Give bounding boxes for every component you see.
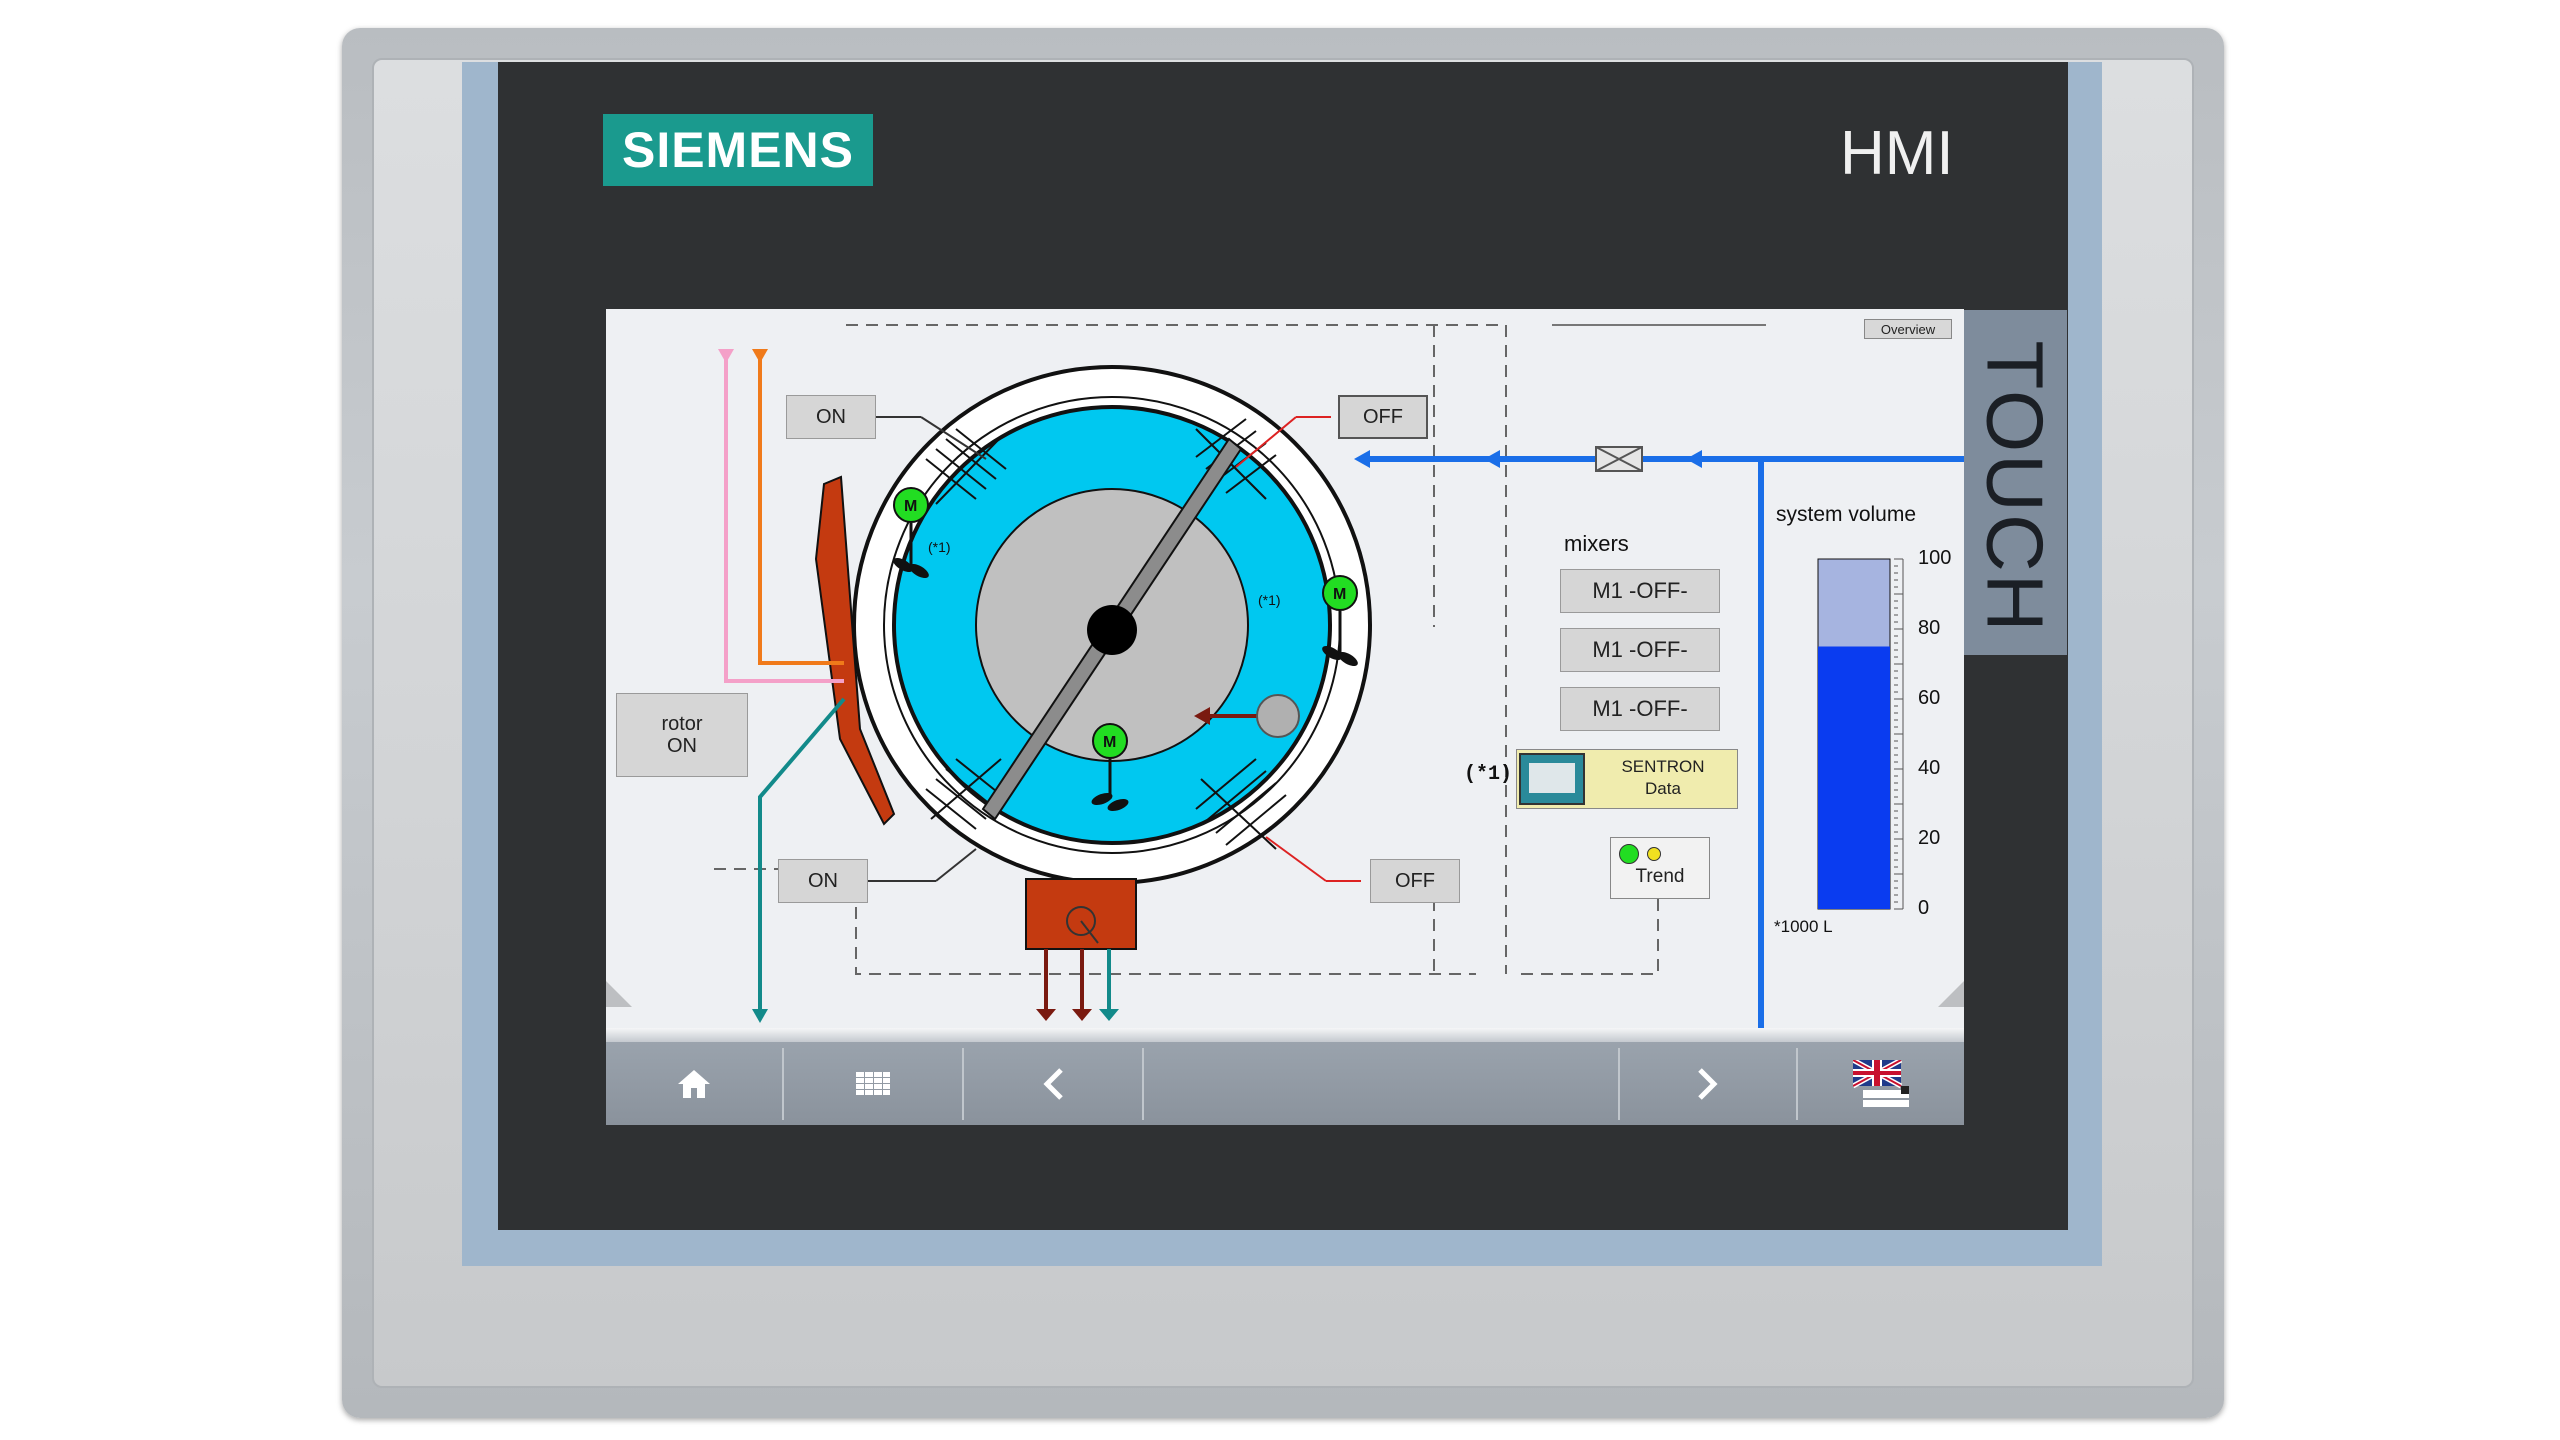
on-button-top[interactable]: ON — [786, 395, 876, 439]
valve-icon — [1595, 446, 1643, 472]
sentron-label: SENTRON Data — [1589, 756, 1737, 800]
forward-button[interactable] — [1620, 1042, 1796, 1125]
touch-label: TOUCH — [1970, 340, 2059, 634]
on-button-bottom[interactable]: ON — [778, 859, 868, 903]
status-led-yellow — [1647, 847, 1661, 861]
rotor-button-line2: ON — [667, 735, 697, 757]
menu-button[interactable] — [784, 1042, 962, 1125]
trend-dashed-line — [1514, 899, 1659, 975]
trend-button[interactable]: Trend — [1610, 837, 1710, 899]
chevron-left-icon — [1043, 1067, 1063, 1100]
tank-tick-label: 40 — [1918, 757, 1941, 779]
rotor-button[interactable]: rotor ON — [616, 693, 748, 777]
brand-logo: SIEMENS — [603, 114, 873, 186]
model-label: HMI — [1840, 119, 1954, 188]
tank-tick-label: 0 — [1918, 897, 1930, 919]
drain-unit — [1025, 878, 1137, 1021]
tank-title: system volume — [1776, 503, 1917, 526]
rotor-hub — [1087, 605, 1137, 655]
arrow-icon — [1686, 450, 1702, 468]
tank-tick-label: 80 — [1918, 617, 1941, 639]
overview-button[interactable]: Overview — [1864, 319, 1952, 339]
tank-tick-label: 100 — [1918, 547, 1952, 569]
mixer-button-1[interactable]: M1 -OFF- — [1560, 569, 1720, 613]
tank-fill — [1818, 646, 1890, 909]
off-button-bottom[interactable]: OFF — [1370, 859, 1460, 903]
language-flag-icon — [1853, 1059, 1909, 1107]
left-pipes — [718, 349, 846, 1023]
back-button[interactable] — [964, 1042, 1142, 1125]
mixer-footnote: (*1) — [928, 539, 951, 555]
tank-tick-label: 60 — [1918, 687, 1941, 709]
sentron-footnote: (*1) — [1464, 763, 1513, 786]
meter-icon — [1519, 753, 1585, 805]
tank-tick-label: 20 — [1918, 827, 1941, 849]
sentron-button[interactable]: SENTRON Data — [1516, 749, 1738, 809]
arrow-icon — [1354, 450, 1370, 468]
tank-gauge — [1817, 558, 1904, 910]
rotor-button-line1: rotor — [661, 713, 703, 735]
mixer-footnote: (*1) — [1258, 592, 1281, 608]
status-led-green — [1619, 844, 1639, 864]
motor-letter: M — [1103, 734, 1116, 751]
chevron-right-icon — [1698, 1067, 1718, 1100]
trend-label: Trend — [1635, 866, 1685, 887]
navbar-top-edge — [606, 1028, 1964, 1042]
page-corner-right-icon[interactable] — [1938, 981, 1964, 1007]
tank-unit: *1000 L — [1774, 917, 1833, 936]
language-button[interactable] — [1798, 1042, 1964, 1125]
motor-letter: M — [904, 498, 917, 515]
mixers-title: mixers — [1564, 531, 1629, 556]
grid-icon — [856, 1071, 890, 1095]
home-button[interactable] — [606, 1042, 782, 1125]
mixer-button-2[interactable]: M1 -OFF- — [1560, 628, 1720, 672]
off-button-top[interactable]: OFF — [1338, 395, 1428, 439]
navbar — [606, 1042, 1964, 1125]
home-icon — [678, 1069, 710, 1098]
touch-label-wrap: TOUCH — [1962, 322, 2066, 652]
sentron-line2: Data — [1645, 779, 1681, 798]
arrow-icon — [1484, 450, 1500, 468]
motor-letter: M — [1333, 586, 1346, 603]
hmi-screen: M M M (*1) (*1) Overview ON OFF ON OFF r… — [606, 309, 1964, 1125]
sentron-line1: SENTRON — [1621, 757, 1705, 776]
mixer-button-3[interactable]: M1 -OFF- — [1560, 687, 1720, 731]
page-corner-left-icon[interactable] — [606, 981, 632, 1007]
